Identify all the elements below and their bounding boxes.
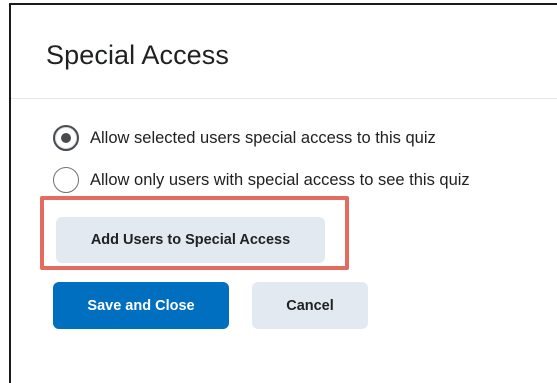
cancel-button[interactable]: Cancel <box>252 282 368 329</box>
radio-label-selected-users: Allow selected users special access to t… <box>90 129 436 147</box>
radio-button-checked[interactable] <box>53 125 79 151</box>
radio-label-only-special-users: Allow only users with special access to … <box>90 171 470 189</box>
add-users-button[interactable]: Add Users to Special Access <box>56 217 325 263</box>
radio-button-unchecked[interactable] <box>53 167 79 193</box>
dialog-title: Special Access <box>46 40 229 70</box>
dialog-header: Special Access <box>11 5 557 99</box>
radio-dot <box>61 133 71 143</box>
radio-option-only-special-users[interactable]: Allow only users with special access to … <box>53 165 470 195</box>
save-and-close-button[interactable]: Save and Close <box>53 282 229 329</box>
radio-option-selected-users[interactable]: Allow selected users special access to t… <box>53 123 436 153</box>
